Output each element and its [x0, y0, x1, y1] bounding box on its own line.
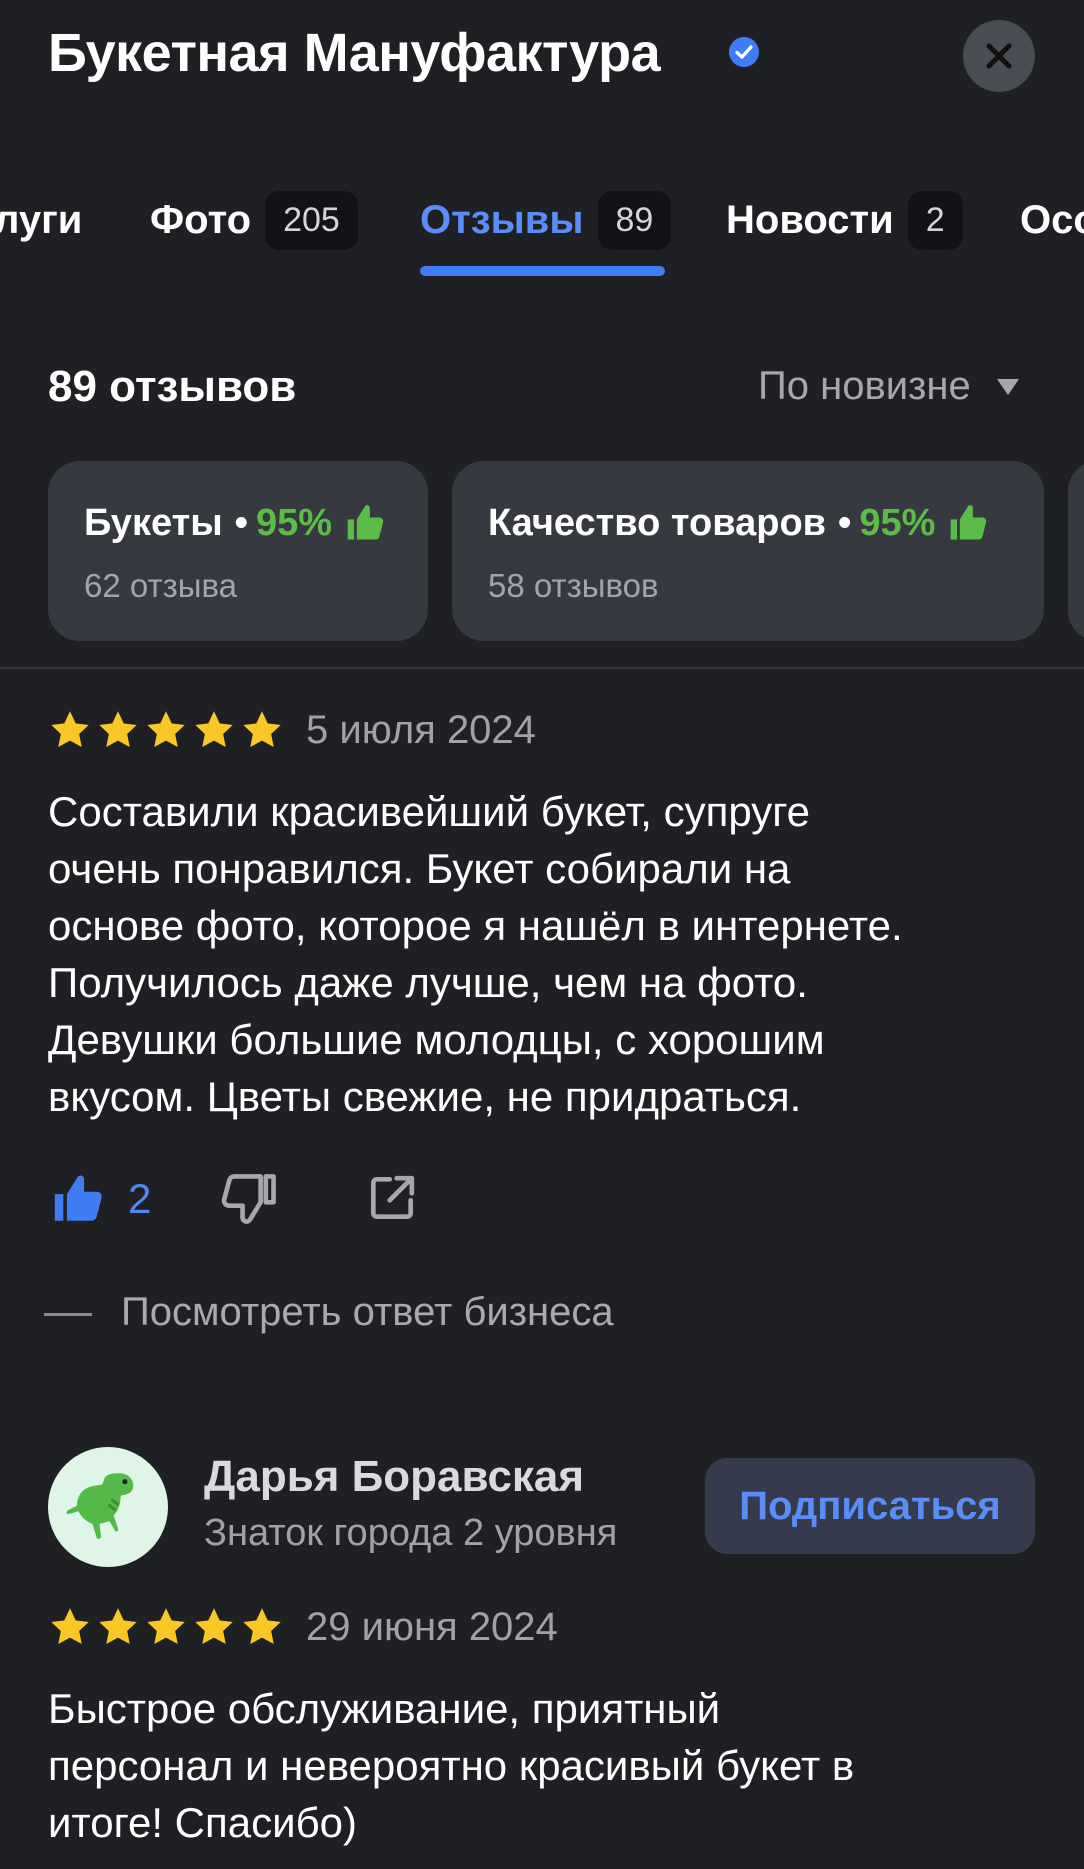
review-text: Быстрое обслуживание, приятный персонал … [48, 1680, 1068, 1851]
tab-bar: луги Фото 205 Отзывы 89 Новости 2 Осо [0, 180, 1084, 260]
dinosaur-avatar-icon [66, 1473, 134, 1539]
aspect-subtitle: 62 отзыва [84, 567, 237, 604]
tab-label: Фото [150, 197, 252, 242]
aspect-chip-bouquets[interactable]: Букеты • 95% 62 отзыва [48, 461, 428, 641]
author-name[interactable]: Дарья Боравская [204, 1452, 584, 1502]
sort-label: По новизне [758, 364, 971, 408]
close-button[interactable] [963, 20, 1035, 92]
star-icon [147, 711, 185, 748]
close-icon [986, 43, 1012, 69]
star-icon [51, 1608, 89, 1645]
thumbs-down-icon [221, 1174, 276, 1224]
tab-count-badge: 89 [597, 190, 672, 250]
divider [0, 667, 1084, 669]
review-line: Быстрое обслуживание, приятный [48, 1685, 721, 1732]
avatar[interactable] [48, 1447, 168, 1567]
review-line: основе фото, которое я нашёл в интернете… [48, 902, 903, 949]
aspect-percent: 95% [255, 501, 333, 544]
review-line: Получилось даже лучше, чем на фото. [48, 959, 808, 1006]
review-line: итоге! Спасибо) [48, 1799, 357, 1846]
review-line: очень понравился. Букет собирали на [48, 845, 791, 892]
aspect-title: Качество товаров [488, 501, 827, 544]
review-date: 5 июля 2024 [306, 708, 536, 752]
review-line: персонал и невероятно красивый букет в [48, 1742, 855, 1789]
star-icon [99, 1608, 137, 1645]
star-icon [99, 711, 137, 748]
star-icon [243, 1608, 281, 1645]
like-count: 2 [128, 1175, 152, 1222]
rating-stars [48, 708, 284, 752]
star-icon [243, 711, 281, 748]
thumbs-up-icon [951, 505, 987, 540]
star-icon [147, 1608, 185, 1645]
star-icon [195, 1608, 233, 1645]
aspect-title: Букеты [84, 501, 223, 544]
business-reply-link[interactable]: Посмотреть ответ бизнеса [121, 1290, 614, 1335]
tab-label: Отзывы [420, 197, 584, 242]
review-line: Девушки большие молодцы, с хорошим [48, 1016, 825, 1063]
reviews-count: 89 отзывов [48, 362, 297, 411]
author-level: Знаток города 2 уровня [204, 1512, 618, 1554]
thumbs-up-icon [347, 505, 384, 540]
active-tab-indicator [420, 266, 665, 276]
tab-label: Осо [1020, 197, 1084, 242]
chevron-down-icon [996, 378, 1019, 395]
aspect-separator: • [838, 501, 852, 544]
review-date: 29 июня 2024 [306, 1605, 558, 1649]
like-button[interactable]: 2 [50, 1170, 151, 1228]
share-button[interactable] [364, 1170, 420, 1231]
tab-news[interactable]: Новости 2 [726, 180, 963, 260]
aspect-separator: • [234, 501, 248, 544]
aspect-percent: 95% [859, 501, 936, 544]
star-icon [51, 711, 89, 748]
review-line: Составили красивейший букет, супруге [48, 788, 810, 835]
tab-reviews[interactable]: Отзывы 89 [420, 180, 672, 260]
tab-features[interactable]: Осо [1020, 180, 1084, 260]
tab-label: луги [0, 197, 83, 242]
tab-label: Новости [726, 197, 894, 242]
share-icon [371, 1175, 415, 1219]
aspect-chip-more[interactable] [1068, 461, 1084, 641]
tab-count-badge: 205 [265, 190, 358, 250]
rating-stars [48, 1605, 284, 1649]
reply-dash [44, 1313, 92, 1316]
aspect-chip-quality[interactable]: Качество товаров • 95% 58 отзывов [452, 461, 1044, 641]
star-icon [195, 711, 233, 748]
sort-dropdown[interactable]: По новизне [758, 364, 1019, 409]
tab-count-badge: 2 [907, 190, 963, 250]
subscribe-button[interactable]: Подписаться [705, 1458, 1035, 1554]
review-line: вкусом. Цветы свежие, не придраться. [48, 1073, 802, 1120]
thumbs-up-icon [54, 1175, 102, 1221]
aspect-subtitle: 58 отзывов [488, 567, 659, 604]
tab-services[interactable]: луги [0, 180, 82, 260]
page-title: Букетная Мануфактура [48, 23, 661, 83]
verified-badge-icon [729, 37, 759, 67]
review-text: Составили красивейший букет, супруге оче… [48, 783, 1068, 1125]
tab-photo[interactable]: Фото 205 [150, 180, 358, 260]
dislike-button[interactable] [218, 1170, 280, 1237]
